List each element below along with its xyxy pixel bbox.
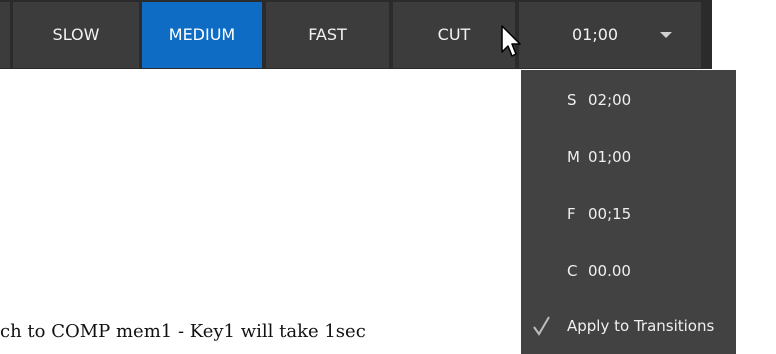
menu-item-time: 01;00	[588, 148, 632, 166]
menu-item-letter: C	[567, 262, 578, 280]
chevron-down-icon	[660, 32, 672, 38]
menu-item-time: 02;00	[588, 91, 632, 109]
duration-dropdown[interactable]: 01;00	[519, 2, 701, 68]
menu-item-fast[interactable]: F 00;15	[521, 194, 736, 234]
duration-menu: S 02;00 M 01;00 F 00;15 C 00.00 Apply to…	[521, 70, 736, 354]
menu-item-time: 00;15	[588, 205, 632, 223]
duration-value: 01;00	[572, 25, 619, 44]
menu-item-letter: F	[567, 205, 576, 223]
menu-item-medium[interactable]: M 01;00	[521, 137, 736, 177]
menu-item-slow[interactable]: S 02;00	[521, 80, 736, 120]
slow-button[interactable]: SLOW	[13, 2, 139, 68]
caption-text: ch to COMP mem1 - Key1 will take 1sec	[0, 321, 366, 342]
menu-item-letter: M	[567, 148, 580, 166]
mouse-pointer-icon	[501, 25, 521, 57]
menu-item-letter: S	[567, 91, 577, 109]
transition-speed-toolbar: SLOW MEDIUM FAST CUT 01;00	[0, 0, 776, 69]
checkmark-icon	[533, 316, 550, 336]
menu-item-cut[interactable]: C 00.00	[521, 251, 736, 291]
fast-button[interactable]: FAST	[266, 2, 389, 68]
medium-button[interactable]: MEDIUM	[142, 2, 262, 68]
apply-to-transitions-option[interactable]: Apply to Transitions	[521, 306, 736, 346]
apply-to-transitions-label: Apply to Transitions	[567, 317, 715, 335]
toolbar-left-edge	[0, 2, 10, 68]
menu-item-time: 00.00	[588, 262, 631, 280]
